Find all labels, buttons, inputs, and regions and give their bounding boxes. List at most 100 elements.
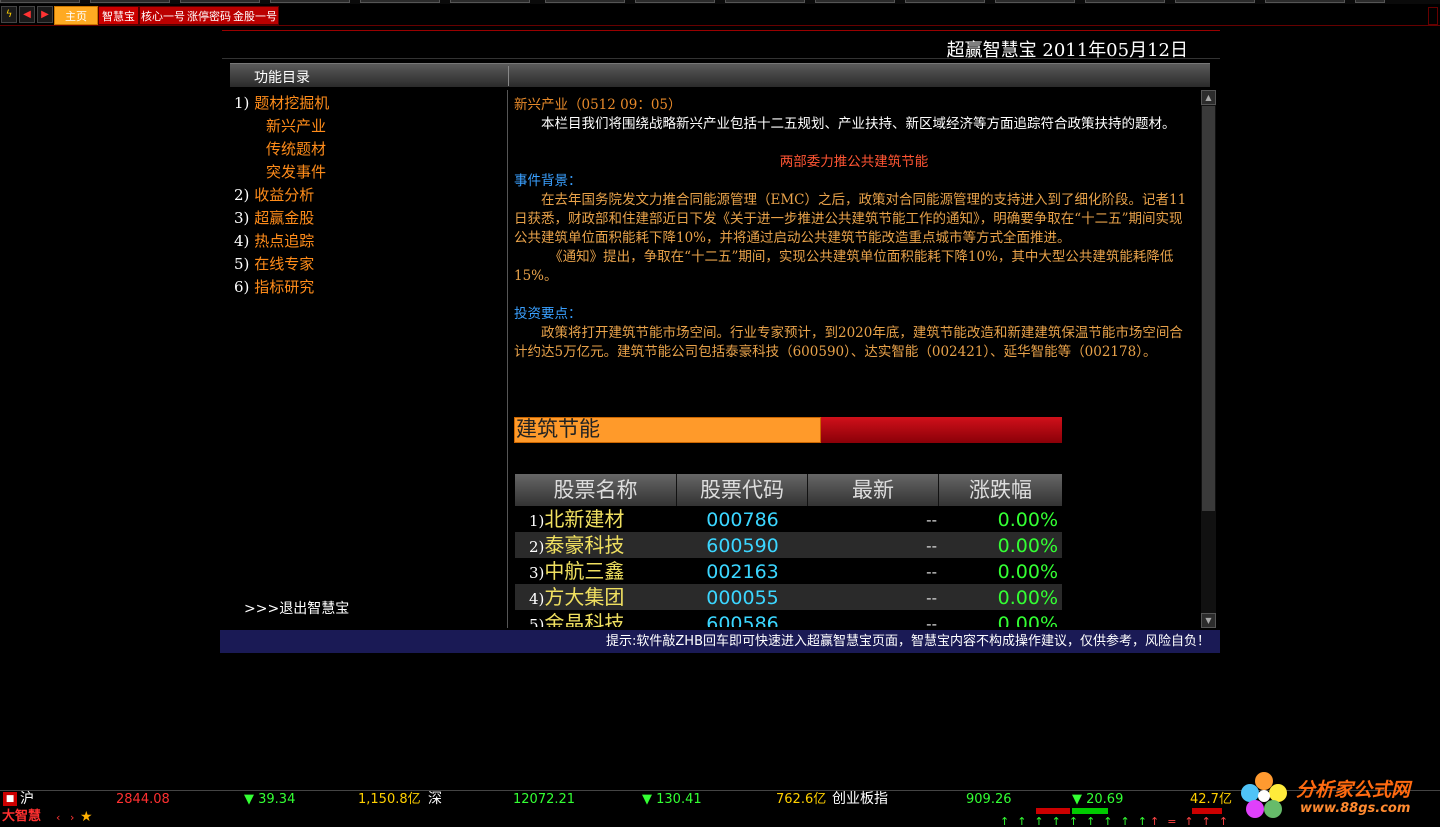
strip-button[interactable] [180,0,260,3]
stock-name-cell: 1)北新建材 [515,506,677,532]
stock-last-price: -- [926,563,937,581]
cyb-change: ▼ 20.69 [1072,792,1124,807]
strip-button[interactable] [1175,0,1255,3]
column-header-code[interactable]: 股票代码 [677,474,808,506]
cyb-label[interactable]: 创业板指 [832,791,888,807]
next-arrow-icon[interactable]: › [70,810,74,826]
brand-label[interactable]: 大智慧 [2,809,41,825]
sh-volume: 1,150.8亿 [358,792,421,807]
stock-name-cell: 4)方大集团 [515,584,677,610]
table-row[interactable]: 1)北新建材 000786 -- 0.00% [515,506,1062,532]
panel-divider [507,90,508,628]
stock-name-cell: 2)泰豪科技 [515,532,677,558]
column-header-change[interactable]: 涨跌幅 [939,474,1062,506]
watermark-logo: 分析家公式网 www.88gs.com [1236,769,1436,823]
menu-item-label: 指标研究 [254,278,315,296]
menu-item-return-analysis[interactable]: 2) 收益分析 [234,184,504,207]
menu-item-super-gold-stock[interactable]: 3) 超赢金股 [234,207,504,230]
strip-button[interactable] [635,0,715,3]
strip-button[interactable] [0,0,80,3]
exit-link[interactable]: >>>退出智慧宝 [244,598,349,618]
sh-change: ▼ 39.34 [244,792,296,807]
menu-item-hotspot-tracking[interactable]: 4) 热点追踪 [234,230,504,253]
menu-item-label: 收益分析 [254,186,315,204]
strip-button[interactable] [995,0,1075,3]
strip-button[interactable] [1085,0,1165,3]
star-icon[interactable]: ★ [80,809,93,825]
tab-core-one[interactable]: 核心一号 [139,6,186,25]
tab-zhihuibao[interactable]: 智慧宝 [98,6,139,25]
table-row[interactable]: 5)金晶科技 600586 -- 0.00% [515,610,1062,627]
menu-item-emerging-industry[interactable]: 新兴产业 [234,115,504,138]
forward-arrow-icon[interactable]: ▶ [37,6,53,23]
flower-icon [1241,772,1287,818]
sz-label[interactable]: 深 [428,791,442,807]
column-header-name[interactable]: 股票名称 [515,474,677,506]
strip-button[interactable] [270,0,350,3]
stock-name: 金晶科技 [544,611,625,627]
cyb-volume: 42.7亿 [1190,792,1232,807]
strip-button[interactable] [1265,0,1345,3]
menu-item-indicator-research[interactable]: 6) 指标研究 [234,276,504,299]
table-header: 股票名称 股票代码 最新 涨跌幅 [515,474,1062,506]
menu-item-breaking-events[interactable]: 突发事件 [234,161,504,184]
stock-last-price: -- [926,537,937,555]
column-header-last[interactable]: 最新 [808,474,939,506]
stock-name-cell: 3)中航三鑫 [515,558,677,584]
article-headline: 两部委力推公共建筑节能 [779,154,929,170]
watermark-name: 分析家公式网 [1296,779,1411,801]
table-row[interactable]: 2)泰豪科技 600590 -- 0.00% [515,532,1062,558]
menu-item-topic-miner[interactable]: 1) 题材挖掘机 [234,92,504,115]
tab-home[interactable]: 主页 [54,6,98,25]
breadth-arrows: ↑↑↑↑↑↑↑↑↑ [1000,815,1155,827]
strip-button[interactable] [545,0,625,3]
strip-button[interactable] [360,0,440,3]
menu-item-number: 6) [234,278,250,296]
stock-code: 600586 [706,613,779,627]
background-paragraph-2: 《通知》提出，争取在“十二五”期间，实现公共建筑单位面积能耗下降10%，其中大型… [514,249,1174,284]
strip-button[interactable] [1355,0,1385,3]
investment-paragraph: 政策将打开建筑节能市场空间。行业专家预计，到2020年底，建筑节能改造和新建建筑… [514,325,1183,360]
sh-label[interactable]: 沪 [20,791,34,807]
scroll-down-icon[interactable]: ▼ [1201,613,1216,628]
sector-bar[interactable]: 建筑节能 [514,417,1062,443]
watermark-url: www.88gs.com [1300,801,1411,816]
content-scrollbar[interactable]: ▲ ▼ [1201,90,1216,628]
market-status-bar: ■ 沪 2844.08 ▼ 39.34 1,150.8亿 深 12072.21 … [0,790,1440,827]
tab-limit-code[interactable]: 涨停密码 [186,6,232,25]
top-toolbar: ϟ ◀ ▶ 主页 智慧宝 核心一号 涨停密码 金股一号 [0,4,1440,26]
stock-code: 002163 [706,561,779,583]
menu-item-number: 5) [234,255,250,273]
background-label: 事件背景： [514,173,582,189]
back-arrow-icon[interactable]: ◀ [19,6,35,23]
prev-arrow-icon[interactable]: ‹ [56,810,60,826]
menu-item-number: 4) [234,232,250,250]
strip-button[interactable] [815,0,895,3]
table-row[interactable]: 3)中航三鑫 002163 -- 0.00% [515,558,1062,584]
sz-change: ▼ 130.41 [642,792,702,807]
stock-code: 000055 [706,587,779,609]
strip-button[interactable] [725,0,805,3]
menu-item-traditional-topics[interactable]: 传统题材 [234,138,504,161]
header-rule [222,30,1220,31]
strip-button[interactable] [90,0,170,3]
scroll-up-icon[interactable]: ▲ [1201,90,1216,105]
sh-index: 2844.08 [116,792,170,807]
strip-button[interactable] [450,0,530,3]
strip-button[interactable] [905,0,985,3]
tab-gold-stock-one[interactable]: 金股一号 [232,6,279,25]
scroll-thumb[interactable] [1202,106,1215,511]
lightning-icon[interactable]: ϟ [1,6,17,23]
background-paragraph: 在去年国务院发文力推合同能源管理（EMC）之后，政策对合同能源管理的支持进入到了… [514,192,1187,246]
header-rule-lower [222,58,1220,59]
menu-item-number: 1) [234,94,250,112]
menu-item-online-expert[interactable]: 5) 在线专家 [234,253,504,276]
table-row[interactable]: 4)方大集团 000055 -- 0.00% [515,584,1062,610]
menu-item-label: 在线专家 [254,255,315,273]
row-index: 3) [529,564,545,582]
section-intro: 本栏目我们将围绕战略新兴产业包括十二五规划、产业扶持、新区域经济等方面追踪符合政… [541,116,1176,132]
market-icon[interactable]: ■ [3,792,17,806]
investment-label: 投资要点： [514,306,582,322]
tab-bar: 主页 智慧宝 核心一号 涨停密码 金股一号 [54,6,279,25]
